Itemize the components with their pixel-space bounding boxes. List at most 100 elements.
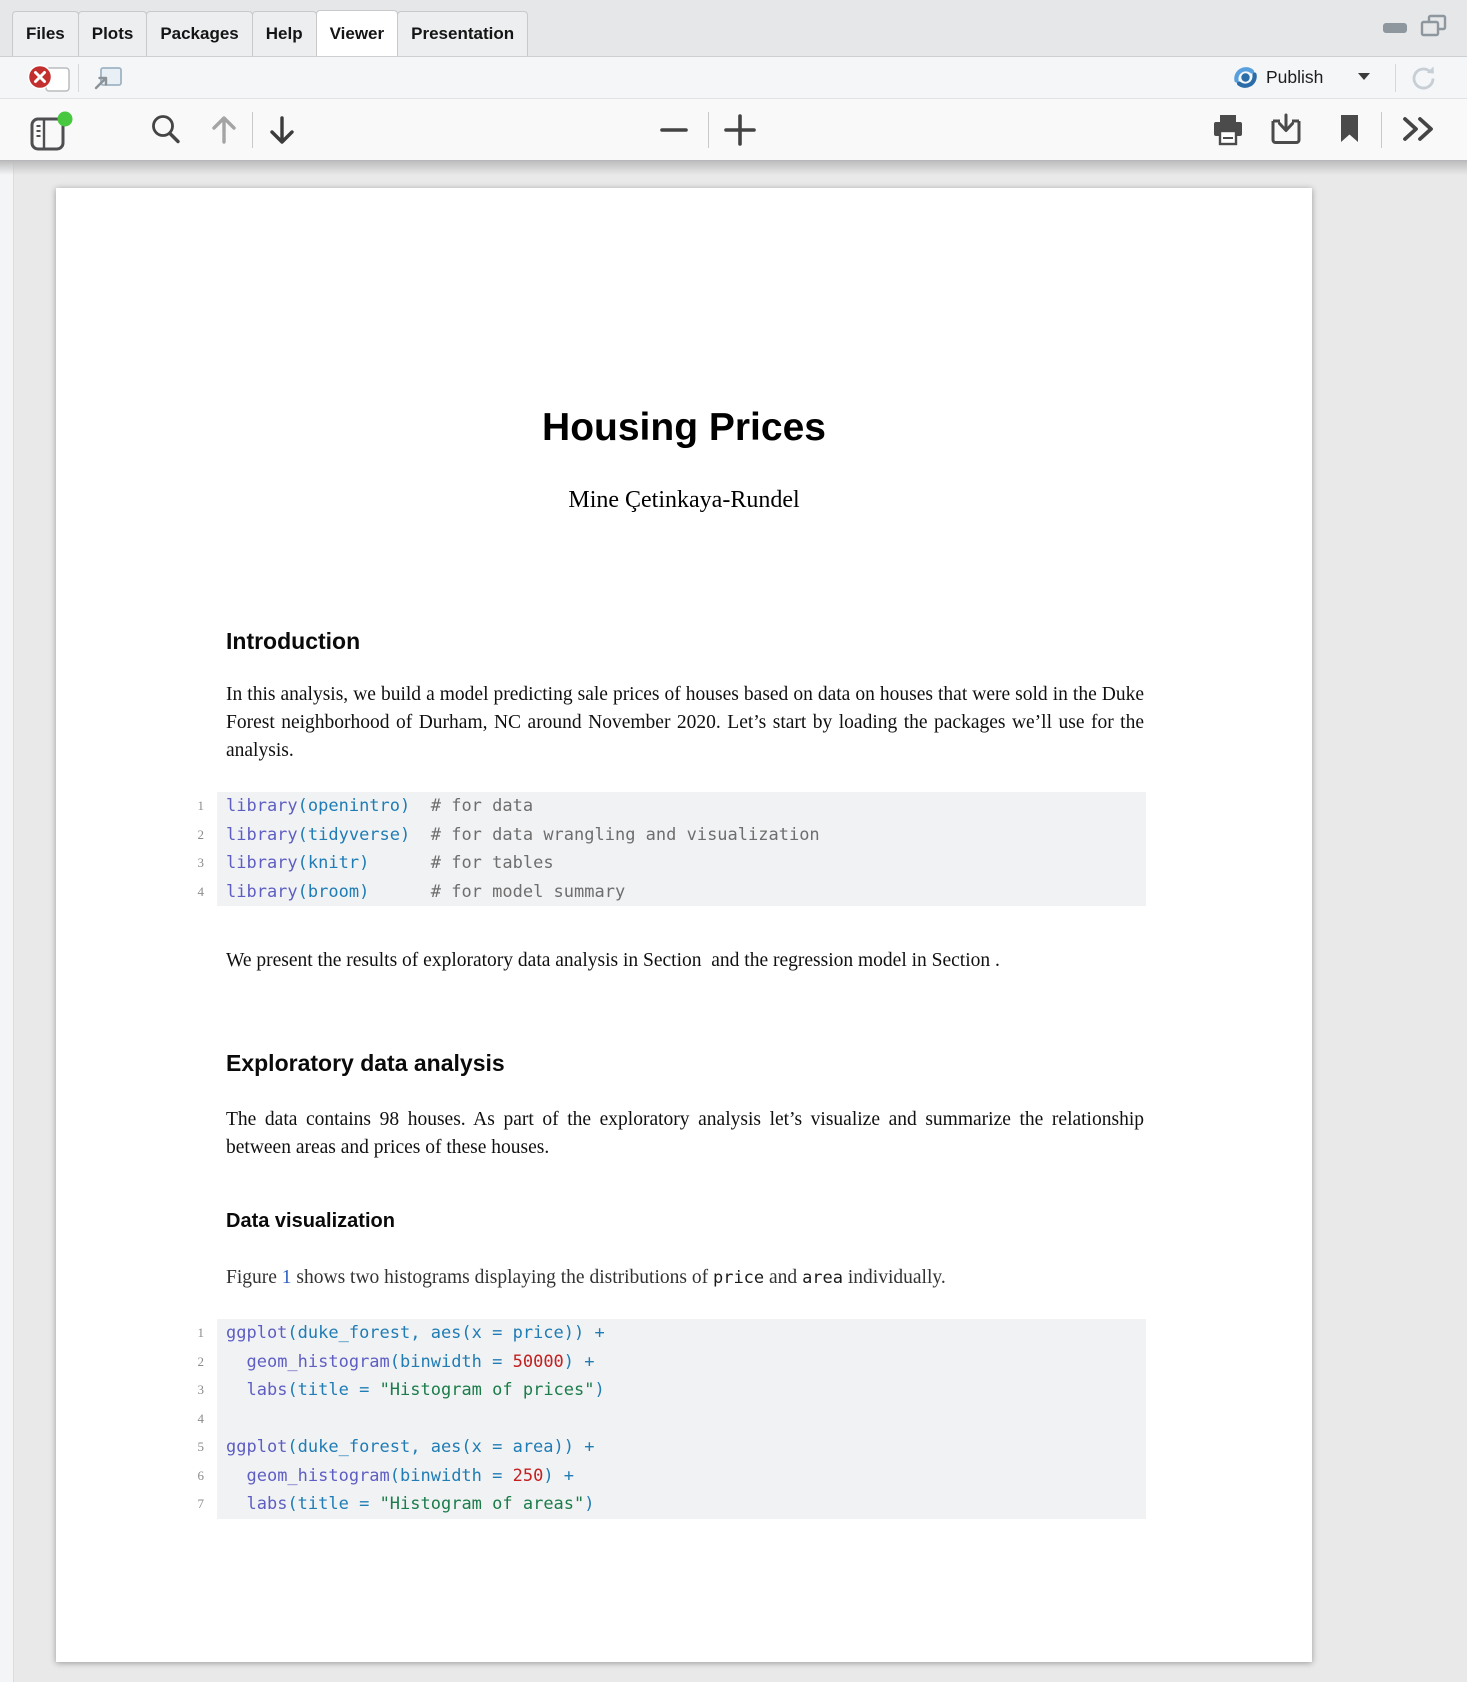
chevron-double-right-icon: [1398, 113, 1440, 145]
code-block-ggplot: 1ggplot(duke_forest, aes(x = price)) +2 …: [156, 1319, 1146, 1519]
code-block-libraries: 1library(openintro) # for data2library(t…: [156, 792, 1146, 906]
paragraph-intro: In this analysis, we build a model predi…: [226, 681, 1144, 766]
tab-presentation[interactable]: Presentation: [397, 11, 528, 56]
search-button[interactable]: [148, 112, 184, 148]
text-token: [226, 1352, 246, 1372]
zoom-out-icon: [656, 115, 692, 145]
text-token: library: [226, 825, 298, 845]
text-token: library: [226, 853, 298, 873]
text-token: shows two histograms displaying the dist…: [292, 1267, 713, 1288]
publish-menu-button[interactable]: [1358, 73, 1370, 80]
sidebar-toggle-button[interactable]: [28, 110, 74, 152]
more-tools-button[interactable]: [1398, 113, 1440, 145]
text-token: (broom): [298, 882, 370, 902]
tab-plots[interactable]: Plots: [78, 11, 148, 56]
text-token: (duke_forest, aes(x = price)) +: [287, 1323, 604, 1343]
line-number: 1: [156, 792, 204, 821]
maximize-icon[interactable]: [1417, 13, 1449, 44]
text-token: library: [226, 796, 298, 816]
figure-ref-link[interactable]: 1: [282, 1267, 292, 1288]
publish-label: Publish: [1266, 67, 1323, 88]
next-page-button[interactable]: [264, 111, 300, 149]
text-token: individually.: [843, 1267, 946, 1288]
text-token: (title =: [287, 1380, 379, 1400]
pane-gutter: [0, 161, 14, 1682]
line-number: 2: [156, 1348, 204, 1377]
download-button[interactable]: [1268, 112, 1304, 148]
heading-eda: Exploratory data analysis: [226, 1050, 505, 1077]
text-token: [410, 825, 430, 845]
paragraph-eda: The data contains 98 houses. As part of …: [226, 1106, 1144, 1162]
text-token: area: [802, 1268, 843, 1288]
text-token: "Histogram of prices": [380, 1380, 595, 1400]
rstudio-viewer-pane: Files Plots Packages Help Viewer Present…: [0, 0, 1467, 1682]
code-line-content: labs(title = "Histogram of areas"): [217, 1490, 1146, 1519]
download-icon: [1268, 112, 1304, 148]
caret-down-icon: [1358, 73, 1370, 80]
code-line-content: ggplot(duke_forest, aes(x = price)) +: [217, 1319, 1146, 1348]
zoom-in-icon: [720, 110, 760, 150]
text-token: Figure: [226, 1267, 282, 1288]
tab-help[interactable]: Help: [252, 11, 317, 56]
text-token: "Histogram of areas": [380, 1494, 585, 1514]
text-token: # for data: [431, 796, 533, 816]
code-line: 4library(broom) # for model summary: [156, 878, 1146, 907]
refresh-icon: [1408, 63, 1439, 94]
tab-viewer[interactable]: Viewer: [316, 10, 399, 56]
code-line: 2 geom_histogram(binwidth = 50000) +: [156, 1348, 1146, 1377]
text-token: labs: [246, 1380, 287, 1400]
zoom-in-button[interactable]: [720, 110, 760, 150]
code-line: 6 geom_histogram(binwidth = 250) +: [156, 1462, 1146, 1491]
text-token: (openintro): [298, 796, 411, 816]
line-number: 5: [156, 1433, 204, 1462]
text-token: [410, 796, 430, 816]
bookmark-icon: [1338, 113, 1362, 145]
tab-files[interactable]: Files: [12, 11, 79, 56]
paragraph-figure: Figure 1 shows two histograms displaying…: [226, 1264, 1144, 1292]
heading-introduction: Introduction: [226, 628, 360, 655]
print-button[interactable]: [1210, 112, 1246, 148]
code-line-content: geom_histogram(binwidth = 50000) +: [217, 1348, 1146, 1377]
paragraph-sections: We present the results of exploratory da…: [226, 947, 1144, 975]
green-dot-badge: [58, 112, 73, 127]
minimize-icon[interactable]: [1381, 16, 1409, 41]
text-token: (title =: [287, 1494, 379, 1514]
text-token: (knitr): [298, 853, 370, 873]
text-token: ) +: [564, 1352, 595, 1372]
code-line-content: library(knitr) # for tables: [217, 849, 1146, 878]
text-token: [226, 1380, 246, 1400]
line-number: 1: [156, 1319, 204, 1348]
text-token: [226, 1494, 246, 1514]
pdf-viewer: Housing Prices Mine Çetinkaya-Rundel Int…: [0, 161, 1467, 1682]
text-token: [369, 882, 430, 902]
text-token: [226, 1466, 246, 1486]
text-token: ggplot: [226, 1323, 287, 1343]
popout-icon: [92, 65, 124, 92]
text-token: geom_histogram: [246, 1466, 389, 1486]
zoom-out-button[interactable]: [656, 115, 692, 145]
tab-packages[interactable]: Packages: [146, 11, 252, 56]
line-number: 3: [156, 1376, 204, 1405]
code-line-content: library(tidyverse) # for data wrangling …: [217, 821, 1146, 850]
text-token: # for data wrangling and visualization: [431, 825, 820, 845]
popout-button[interactable]: [92, 65, 124, 92]
text-token: 250: [513, 1466, 544, 1486]
publish-button[interactable]: Publish: [1232, 64, 1323, 91]
bookmark-button[interactable]: [1338, 113, 1362, 145]
code-line: 2library(tidyverse) # for data wrangling…: [156, 821, 1146, 850]
arrow-up-icon: [206, 111, 242, 149]
search-icon: [148, 112, 184, 148]
text-token: (binwidth =: [390, 1466, 513, 1486]
text-token: ): [595, 1380, 605, 1400]
line-number: 4: [156, 878, 204, 907]
code-line-content: ggplot(duke_forest, aes(x = area)) +: [217, 1433, 1146, 1462]
code-line: 3 labs(title = "Histogram of prices"): [156, 1376, 1146, 1405]
code-line: 1 ggplot(duke_forest, aes(x = price)) +: [156, 1319, 1146, 1348]
stop-button[interactable]: [26, 62, 78, 94]
code-line-content: geom_histogram(binwidth = 250) +: [217, 1462, 1146, 1491]
refresh-button[interactable]: [1408, 63, 1439, 94]
text-token: and: [764, 1267, 802, 1288]
previous-page-button[interactable]: [206, 111, 242, 149]
text-token: ): [584, 1494, 594, 1514]
heading-dataviz: Data visualization: [226, 1210, 395, 1233]
